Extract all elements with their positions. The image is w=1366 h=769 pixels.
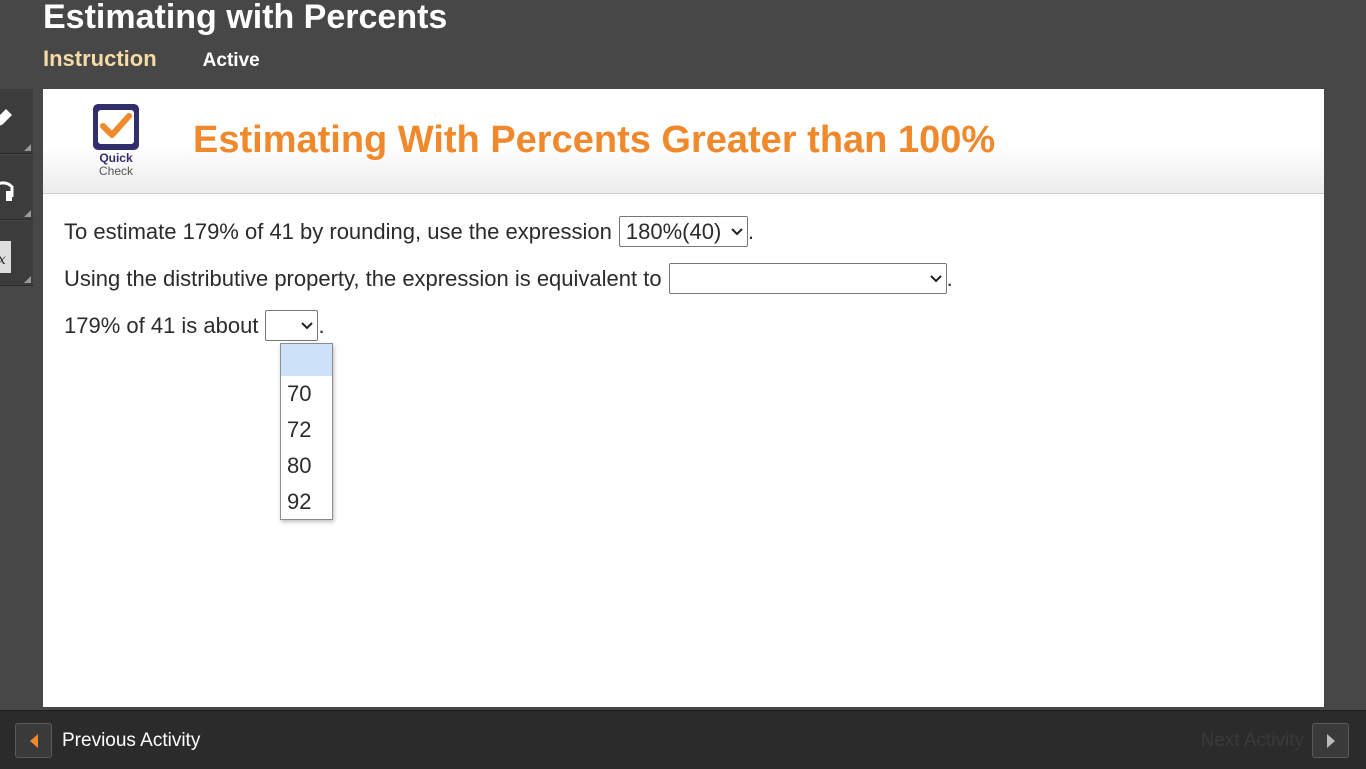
question-1-prompt: To estimate 179% of 41 by rounding, use … bbox=[64, 218, 612, 244]
dropdown-option[interactable]: 92 bbox=[281, 484, 332, 520]
chevron-down-icon bbox=[929, 274, 942, 282]
app-title: Estimating with Percents bbox=[43, 0, 448, 36]
question-2-period: . bbox=[946, 265, 953, 291]
next-activity-label[interactable]: Next Activity bbox=[1201, 730, 1304, 752]
expression-select[interactable]: 180%(40) bbox=[618, 216, 748, 247]
calculator-glyph: x bbox=[0, 252, 6, 268]
checkmark-icon bbox=[93, 104, 139, 150]
previous-activity-button[interactable] bbox=[15, 723, 52, 758]
footer-nav: Previous Activity Next Activity bbox=[0, 710, 1366, 769]
logo-text-check: Check bbox=[98, 164, 133, 178]
pencil-tool-button[interactable] bbox=[0, 89, 33, 154]
estimate-dropdown-list: 70 72 80 92 bbox=[280, 343, 333, 520]
dropdown-option[interactable]: 72 bbox=[281, 412, 332, 448]
question-2-prompt: Using the distributive property, the exp… bbox=[64, 265, 662, 291]
question-3-prompt: 179% of 41 is about bbox=[64, 312, 259, 338]
tab-instruction[interactable]: Instruction bbox=[43, 46, 157, 72]
question-1-period: . bbox=[747, 218, 755, 244]
dropdown-option[interactable]: 70 bbox=[281, 376, 332, 412]
equivalent-expression-select[interactable] bbox=[668, 263, 947, 294]
question-1: To estimate 179% of 41 by rounding, use … bbox=[64, 216, 754, 247]
dropdown-option-blank[interactable] bbox=[281, 344, 332, 376]
previous-activity-label[interactable]: Previous Activity bbox=[62, 730, 200, 752]
arrow-left-icon bbox=[29, 733, 38, 748]
dropdown-option[interactable]: 80 bbox=[281, 448, 332, 484]
question-3: 179% of 41 is about . bbox=[64, 310, 325, 341]
question-2: Using the distributive property, the exp… bbox=[64, 263, 953, 294]
content-panel: Quick Check Estimating With Percents Gre… bbox=[43, 89, 1324, 707]
audio-tool-button[interactable] bbox=[0, 155, 33, 220]
expand-corner-icon bbox=[24, 144, 31, 151]
estimate-select[interactable] bbox=[265, 310, 319, 341]
next-activity-button[interactable] bbox=[1312, 723, 1349, 758]
chevron-down-icon bbox=[301, 321, 314, 329]
tab-bar: Instruction Active bbox=[43, 46, 260, 72]
chevron-down-icon bbox=[731, 227, 743, 235]
tab-active[interactable]: Active bbox=[203, 50, 260, 72]
panel-header: Quick Check Estimating With Percents Gre… bbox=[43, 89, 1324, 194]
expand-corner-icon bbox=[24, 210, 31, 217]
calculator-tool-button[interactable]: x bbox=[0, 221, 33, 286]
expression-select-value: 180%(40) bbox=[625, 218, 722, 244]
quick-check-logo: Quick Check bbox=[93, 104, 139, 182]
lesson-title: Estimating With Percents Greater than 10… bbox=[193, 119, 996, 161]
expand-corner-icon bbox=[24, 276, 31, 283]
arrow-right-icon bbox=[1326, 733, 1335, 748]
question-3-period: . bbox=[318, 312, 325, 338]
